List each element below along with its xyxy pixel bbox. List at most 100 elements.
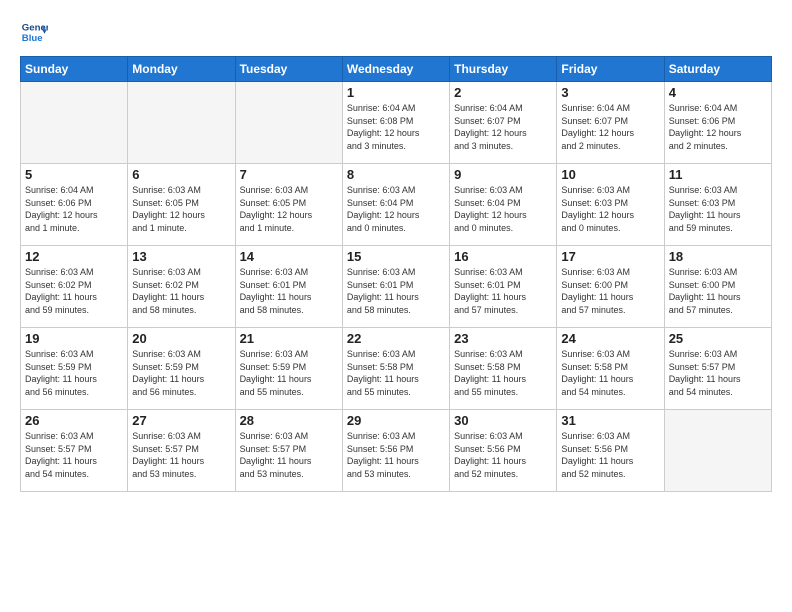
weekday-header: Monday: [128, 57, 235, 82]
day-info: Sunrise: 6:03 AM Sunset: 5:59 PM Dayligh…: [25, 348, 123, 398]
weekday-header: Friday: [557, 57, 664, 82]
day-info: Sunrise: 6:03 AM Sunset: 5:57 PM Dayligh…: [669, 348, 767, 398]
day-info: Sunrise: 6:03 AM Sunset: 6:02 PM Dayligh…: [25, 266, 123, 316]
day-number: 15: [347, 249, 445, 264]
day-info: Sunrise: 6:04 AM Sunset: 6:08 PM Dayligh…: [347, 102, 445, 152]
day-info: Sunrise: 6:04 AM Sunset: 6:06 PM Dayligh…: [669, 102, 767, 152]
calendar-week-row: 1 Sunrise: 6:04 AM Sunset: 6:08 PM Daylig…: [21, 82, 772, 164]
calendar-cell: 2 Sunrise: 6:04 AM Sunset: 6:07 PM Daylig…: [450, 82, 557, 164]
calendar-cell: 3 Sunrise: 6:04 AM Sunset: 6:07 PM Daylig…: [557, 82, 664, 164]
day-number: 27: [132, 413, 230, 428]
calendar-cell: [21, 82, 128, 164]
calendar-cell: [664, 410, 771, 492]
calendar-cell: 19 Sunrise: 6:03 AM Sunset: 5:59 PM Dayli…: [21, 328, 128, 410]
day-number: 8: [347, 167, 445, 182]
day-number: 10: [561, 167, 659, 182]
calendar-week-row: 5 Sunrise: 6:04 AM Sunset: 6:06 PM Daylig…: [21, 164, 772, 246]
calendar-table: SundayMondayTuesdayWednesdayThursdayFrid…: [20, 56, 772, 492]
calendar-cell: 12Sunrise: 6:03 AM Sunset: 6:02 PM Dayli…: [21, 246, 128, 328]
weekday-header: Thursday: [450, 57, 557, 82]
day-info: Sunrise: 6:03 AM Sunset: 6:01 PM Dayligh…: [454, 266, 552, 316]
day-number: 23: [454, 331, 552, 346]
calendar-cell: 16 Sunrise: 6:03 AM Sunset: 6:01 PM Dayli…: [450, 246, 557, 328]
day-number: 20: [132, 331, 230, 346]
calendar-week-row: 12Sunrise: 6:03 AM Sunset: 6:02 PM Dayli…: [21, 246, 772, 328]
day-info: Sunrise: 6:03 AM Sunset: 6:03 PM Dayligh…: [561, 184, 659, 234]
day-number: 16: [454, 249, 552, 264]
day-number: 30: [454, 413, 552, 428]
day-info: Sunrise: 6:04 AM Sunset: 6:07 PM Dayligh…: [561, 102, 659, 152]
calendar-cell: [235, 82, 342, 164]
day-info: Sunrise: 6:03 AM Sunset: 5:59 PM Dayligh…: [132, 348, 230, 398]
calendar-cell: 13Sunrise: 6:03 AM Sunset: 6:02 PM Dayli…: [128, 246, 235, 328]
calendar-header-row: SundayMondayTuesdayWednesdayThursdayFrid…: [21, 57, 772, 82]
page: General Blue SundayMondayTuesdayWednesda…: [0, 0, 792, 612]
logo: General Blue: [20, 18, 48, 46]
calendar-cell: 17 Sunrise: 6:03 AM Sunset: 6:00 PM Dayli…: [557, 246, 664, 328]
calendar-cell: 1 Sunrise: 6:04 AM Sunset: 6:08 PM Daylig…: [342, 82, 449, 164]
calendar-cell: 30 Sunrise: 6:03 AM Sunset: 5:56 PM Dayli…: [450, 410, 557, 492]
day-info: Sunrise: 6:03 AM Sunset: 5:58 PM Dayligh…: [347, 348, 445, 398]
day-number: 5: [25, 167, 123, 182]
calendar-cell: 8 Sunrise: 6:03 AM Sunset: 6:04 PM Daylig…: [342, 164, 449, 246]
day-info: Sunrise: 6:03 AM Sunset: 6:01 PM Dayligh…: [240, 266, 338, 316]
day-number: 26: [25, 413, 123, 428]
day-number: 22: [347, 331, 445, 346]
weekday-header: Sunday: [21, 57, 128, 82]
day-number: 3: [561, 85, 659, 100]
day-number: 25: [669, 331, 767, 346]
calendar-week-row: 26 Sunrise: 6:03 AM Sunset: 5:57 PM Dayli…: [21, 410, 772, 492]
day-info: Sunrise: 6:03 AM Sunset: 5:56 PM Dayligh…: [347, 430, 445, 480]
day-number: 1: [347, 85, 445, 100]
day-info: Sunrise: 6:03 AM Sunset: 5:56 PM Dayligh…: [454, 430, 552, 480]
calendar-cell: 23 Sunrise: 6:03 AM Sunset: 5:58 PM Dayli…: [450, 328, 557, 410]
day-number: 18: [669, 249, 767, 264]
day-info: Sunrise: 6:04 AM Sunset: 6:06 PM Dayligh…: [25, 184, 123, 234]
calendar-cell: 31 Sunrise: 6:03 AM Sunset: 5:56 PM Dayli…: [557, 410, 664, 492]
day-info: Sunrise: 6:03 AM Sunset: 6:01 PM Dayligh…: [347, 266, 445, 316]
calendar-cell: 4 Sunrise: 6:04 AM Sunset: 6:06 PM Daylig…: [664, 82, 771, 164]
day-info: Sunrise: 6:03 AM Sunset: 6:04 PM Dayligh…: [347, 184, 445, 234]
calendar-cell: [128, 82, 235, 164]
calendar-cell: 29Sunrise: 6:03 AM Sunset: 5:56 PM Dayli…: [342, 410, 449, 492]
day-info: Sunrise: 6:03 AM Sunset: 6:04 PM Dayligh…: [454, 184, 552, 234]
calendar-cell: 14Sunrise: 6:03 AM Sunset: 6:01 PM Dayli…: [235, 246, 342, 328]
day-info: Sunrise: 6:03 AM Sunset: 6:02 PM Dayligh…: [132, 266, 230, 316]
day-info: Sunrise: 6:03 AM Sunset: 6:00 PM Dayligh…: [561, 266, 659, 316]
day-number: 7: [240, 167, 338, 182]
day-number: 19: [25, 331, 123, 346]
weekday-header: Saturday: [664, 57, 771, 82]
day-number: 4: [669, 85, 767, 100]
day-info: Sunrise: 6:03 AM Sunset: 5:56 PM Dayligh…: [561, 430, 659, 480]
calendar-cell: 9 Sunrise: 6:03 AM Sunset: 6:04 PM Daylig…: [450, 164, 557, 246]
day-number: 2: [454, 85, 552, 100]
weekday-header: Tuesday: [235, 57, 342, 82]
day-number: 31: [561, 413, 659, 428]
day-info: Sunrise: 6:03 AM Sunset: 5:57 PM Dayligh…: [132, 430, 230, 480]
calendar-cell: 22 Sunrise: 6:03 AM Sunset: 5:58 PM Dayli…: [342, 328, 449, 410]
calendar-cell: 10 Sunrise: 6:03 AM Sunset: 6:03 PM Dayli…: [557, 164, 664, 246]
day-info: Sunrise: 6:03 AM Sunset: 6:05 PM Dayligh…: [240, 184, 338, 234]
day-number: 17: [561, 249, 659, 264]
calendar-week-row: 19 Sunrise: 6:03 AM Sunset: 5:59 PM Dayli…: [21, 328, 772, 410]
day-info: Sunrise: 6:03 AM Sunset: 6:03 PM Dayligh…: [669, 184, 767, 234]
calendar-cell: 25 Sunrise: 6:03 AM Sunset: 5:57 PM Dayli…: [664, 328, 771, 410]
day-number: 21: [240, 331, 338, 346]
logo-icon: General Blue: [20, 18, 48, 46]
calendar-cell: 27 Sunrise: 6:03 AM Sunset: 5:57 PM Dayli…: [128, 410, 235, 492]
day-number: 24: [561, 331, 659, 346]
svg-text:Blue: Blue: [22, 33, 43, 44]
weekday-header: Wednesday: [342, 57, 449, 82]
day-number: 11: [669, 167, 767, 182]
calendar-cell: 26Sunrise: 6:03 AM Sunset: 5:57 PM Dayli…: [21, 410, 128, 492]
day-info: Sunrise: 6:04 AM Sunset: 6:07 PM Dayligh…: [454, 102, 552, 152]
day-info: Sunrise: 6:03 AM Sunset: 6:00 PM Dayligh…: [669, 266, 767, 316]
calendar-cell: 24Sunrise: 6:03 AM Sunset: 5:58 PM Dayli…: [557, 328, 664, 410]
calendar-cell: 21Sunrise: 6:03 AM Sunset: 5:59 PM Dayli…: [235, 328, 342, 410]
day-number: 28: [240, 413, 338, 428]
calendar-cell: 20 Sunrise: 6:03 AM Sunset: 5:59 PM Dayli…: [128, 328, 235, 410]
day-info: Sunrise: 6:03 AM Sunset: 5:57 PM Dayligh…: [240, 430, 338, 480]
day-number: 9: [454, 167, 552, 182]
calendar-cell: 7 Sunrise: 6:03 AM Sunset: 6:05 PM Daylig…: [235, 164, 342, 246]
day-info: Sunrise: 6:03 AM Sunset: 5:58 PM Dayligh…: [454, 348, 552, 398]
